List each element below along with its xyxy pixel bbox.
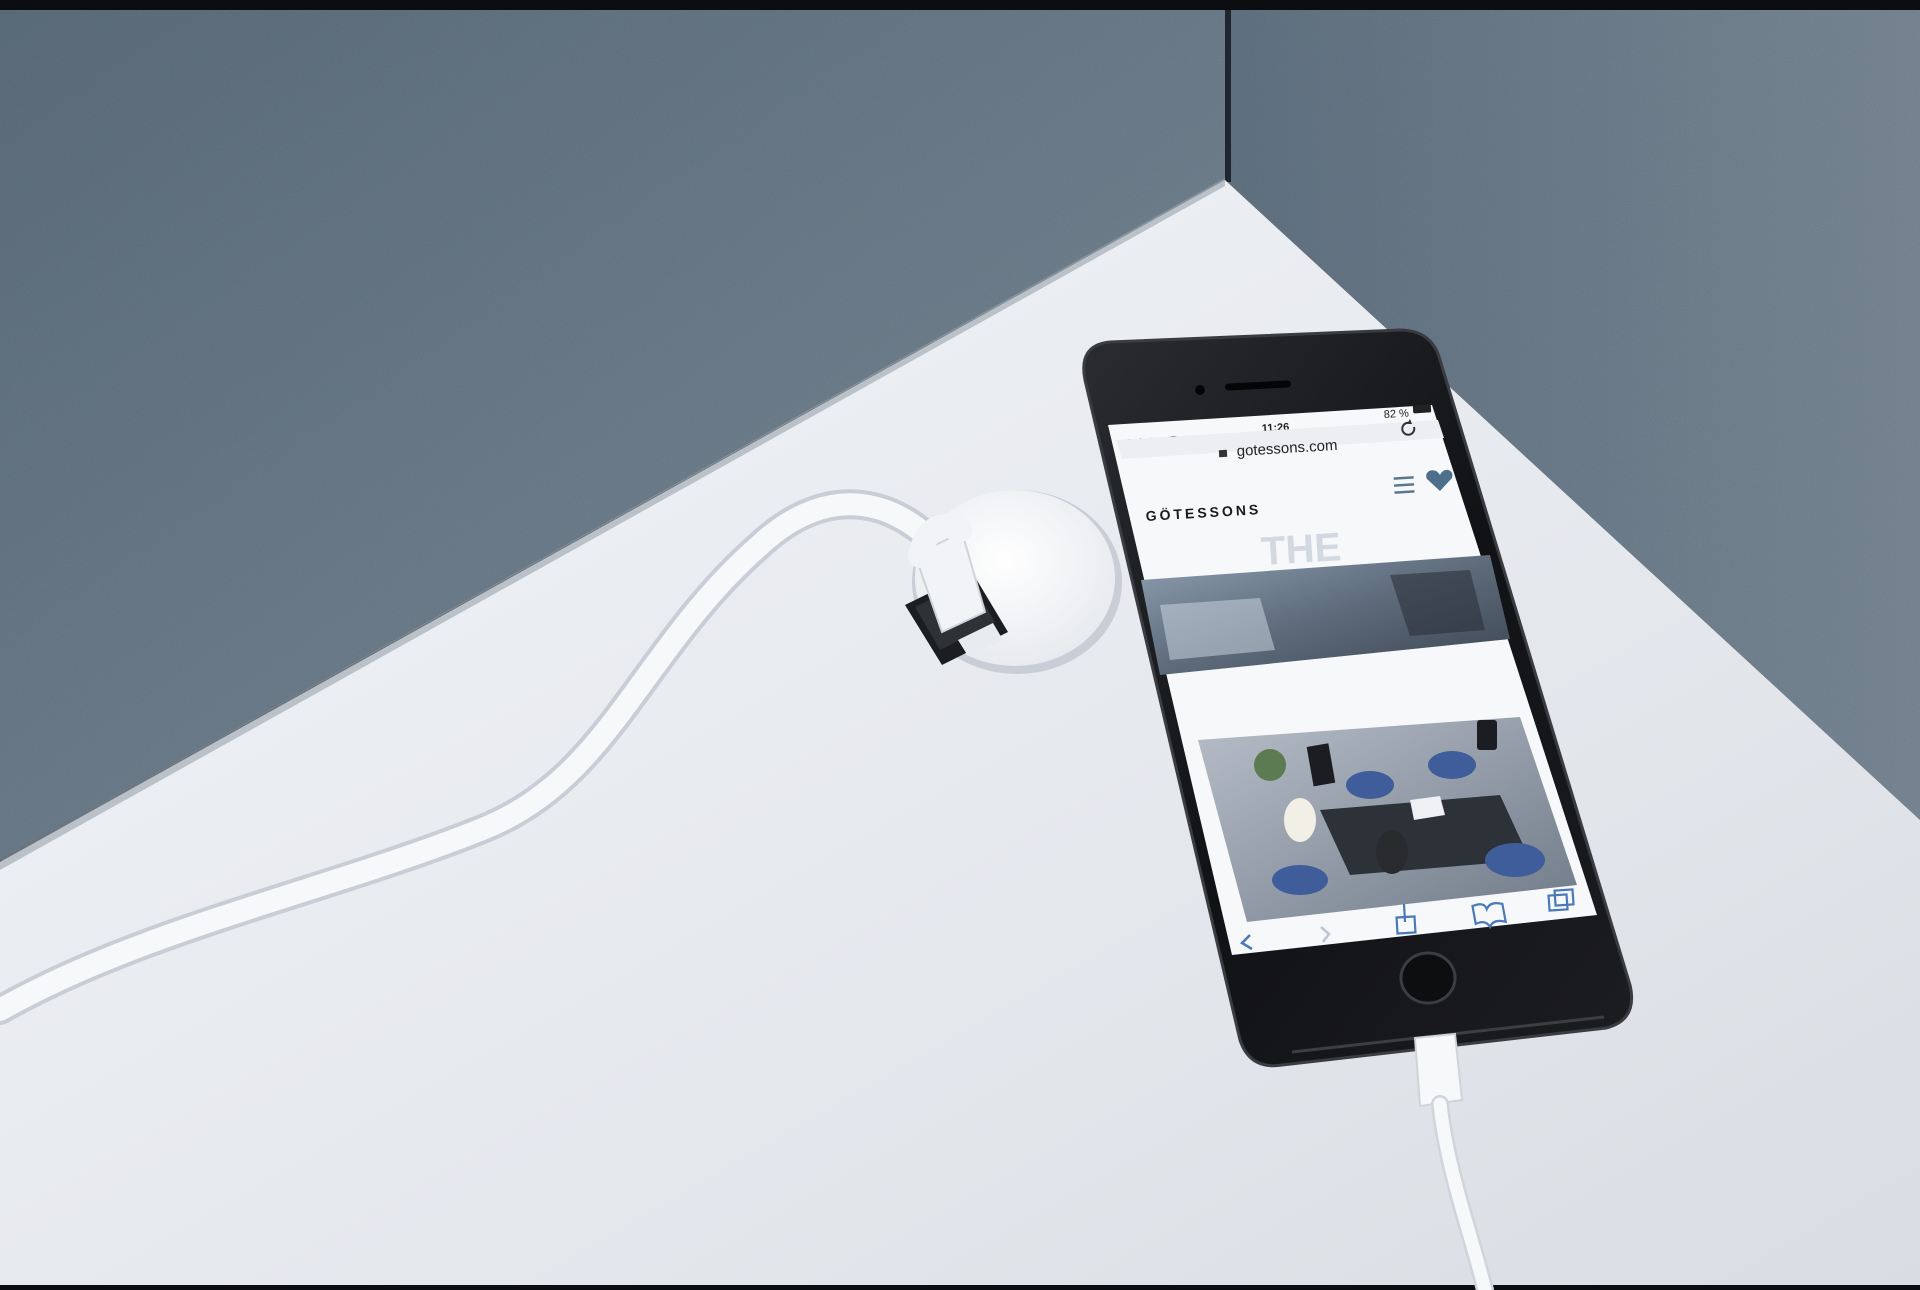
photo-scene: Tele2 11:26 82 % gotessons.com [0,0,1920,1290]
content-photo [1198,717,1577,922]
lock-icon [1218,449,1228,458]
status-battery: 82 % [1383,407,1409,421]
banner-text: THE [1260,525,1343,574]
home-button[interactable] [1399,951,1457,1005]
desk-usb-grommet [905,490,1122,674]
battery-icon [1412,404,1432,414]
